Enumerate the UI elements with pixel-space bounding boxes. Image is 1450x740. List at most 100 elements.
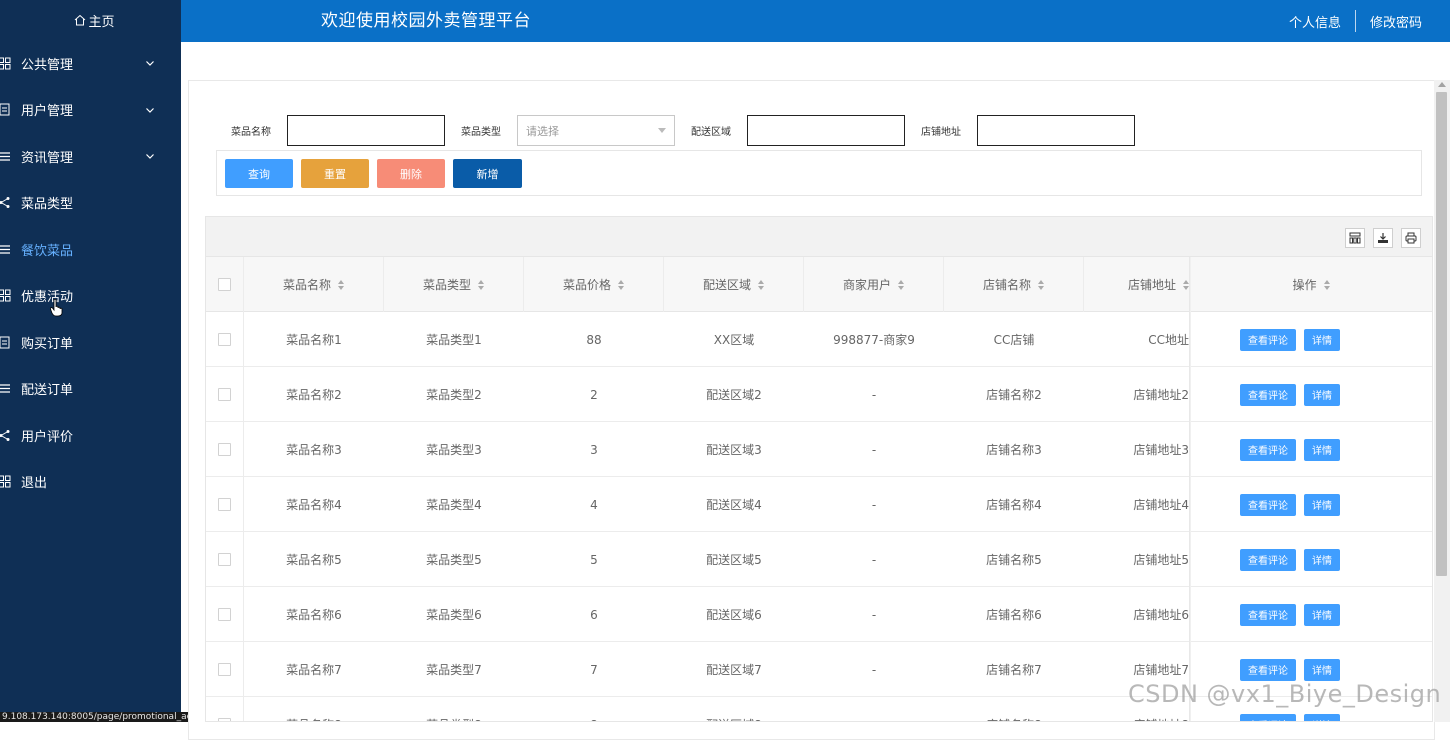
sort-icon[interactable] xyxy=(338,279,344,290)
print-icon[interactable] xyxy=(1401,228,1421,248)
row-checkbox[interactable] xyxy=(218,388,231,401)
details-button[interactable]: 详情 xyxy=(1304,328,1340,351)
sidebar-item-4[interactable]: 菜品类型 xyxy=(0,180,181,227)
scrollbar-thumb[interactable] xyxy=(1436,92,1447,576)
cell-shop-address: 店铺地址3 xyxy=(1133,443,1189,457)
column-header-label: 店铺名称 xyxy=(982,278,1031,292)
dish-type-select[interactable]: 请选择 xyxy=(517,115,675,146)
reset-button[interactable]: 重置 xyxy=(301,159,369,188)
share-icon xyxy=(0,428,11,442)
view-comments-button[interactable]: 查看评论 xyxy=(1240,548,1296,571)
row-checkbox[interactable] xyxy=(218,553,231,566)
sidebar-item-2[interactable]: 用户管理 xyxy=(0,87,181,134)
cell-dish-price: 7 xyxy=(590,662,598,677)
sort-icon[interactable] xyxy=(478,279,484,290)
cell-dish-type: 菜品类型5 xyxy=(426,553,482,567)
cell-actions: 查看评论详情 xyxy=(1191,367,1389,422)
column-header-actions[interactable]: 操作 xyxy=(1189,257,1432,312)
columns-filter-icon[interactable] xyxy=(1345,228,1365,248)
shop-address-input[interactable] xyxy=(977,115,1135,146)
column-header-label: 操作 xyxy=(1292,278,1317,292)
details-button[interactable]: 详情 xyxy=(1304,493,1340,516)
sidebar-item-3[interactable]: 资讯管理 xyxy=(0,133,181,180)
cell-shop-name: 店铺名称4 xyxy=(986,498,1042,512)
cell-dish-name: 菜品名称1 xyxy=(286,333,342,347)
sort-icon[interactable] xyxy=(618,279,624,290)
cell-area: 配送区域5 xyxy=(706,553,762,567)
cell-dish-name: 菜品名称5 xyxy=(286,553,342,567)
list-icon xyxy=(0,382,11,396)
view-comments-button[interactable]: 查看评论 xyxy=(1240,438,1296,461)
view-comments-button[interactable]: 查看评论 xyxy=(1240,328,1296,351)
select-all-checkbox[interactable] xyxy=(218,278,231,291)
cell-dish-type: 菜品类型4 xyxy=(426,498,482,512)
view-comments-button[interactable]: 查看评论 xyxy=(1240,713,1296,721)
page-scrollbar[interactable] xyxy=(1434,80,1450,722)
row-checkbox-cell xyxy=(206,312,244,367)
sidebar-item-5[interactable]: 餐饮菜品 xyxy=(0,226,181,273)
sidebar-item-9[interactable]: 用户评价 xyxy=(0,412,181,459)
sidebar-item-label: 菜品类型 xyxy=(21,197,74,213)
query-button[interactable]: 查询 xyxy=(225,159,293,188)
cell-shop-address: 店铺地址4 xyxy=(1133,498,1189,512)
cell-dish-type: 菜品类型2 xyxy=(426,388,482,402)
details-button[interactable]: 详情 xyxy=(1304,438,1340,461)
change-password-link[interactable]: 修改密码 xyxy=(1356,12,1436,31)
area-input[interactable] xyxy=(747,115,905,146)
delete-button[interactable]: 删除 xyxy=(377,159,445,188)
row-checkbox-cell xyxy=(206,532,244,587)
column-header-shop-address[interactable]: 店铺地址 xyxy=(1084,257,1189,312)
column-header-merchant[interactable]: 商家用户 xyxy=(804,257,944,312)
column-header-area[interactable]: 配送区域 xyxy=(664,257,804,312)
page-title: 欢迎使用校园外卖管理平台 xyxy=(321,11,531,31)
cell-merchant: - xyxy=(871,387,877,402)
sidebar-item-1[interactable]: 公共管理 xyxy=(0,40,181,87)
sidebar-home-label: 主页 xyxy=(88,14,115,30)
details-button[interactable]: 详情 xyxy=(1304,658,1340,681)
search-form: 菜品名称 菜品类型 请选择 配送区域 店铺地址 xyxy=(231,115,1135,146)
cell-actions: 查看评论详情 xyxy=(1191,312,1389,367)
view-comments-button[interactable]: 查看评论 xyxy=(1240,493,1296,516)
profile-link[interactable]: 个人信息 xyxy=(1275,12,1355,31)
cell-shop-name: 店铺名称5 xyxy=(986,553,1042,567)
scroll-up-arrow-icon[interactable] xyxy=(1438,82,1446,87)
view-comments-button[interactable]: 查看评论 xyxy=(1240,383,1296,406)
sidebar-home[interactable]: 主页 xyxy=(0,0,181,40)
export-icon[interactable] xyxy=(1373,228,1393,248)
row-checkbox[interactable] xyxy=(218,333,231,346)
sidebar-item-8[interactable]: 配送订单 xyxy=(0,366,181,413)
details-button[interactable]: 详情 xyxy=(1304,603,1340,626)
cell-shop-address: 店铺地址5 xyxy=(1133,553,1189,567)
sort-icon[interactable] xyxy=(758,279,764,290)
sort-icon[interactable] xyxy=(1323,279,1330,290)
cell-dish-type: 菜品类型8 xyxy=(384,697,524,721)
cell-dish-price: 2 xyxy=(590,387,598,402)
view-comments-button[interactable]: 查看评论 xyxy=(1240,658,1296,681)
details-button[interactable]: 详情 xyxy=(1304,713,1340,721)
row-checkbox[interactable] xyxy=(218,663,231,676)
dish-name-input[interactable] xyxy=(287,115,445,146)
row-checkbox[interactable] xyxy=(218,443,231,456)
details-button[interactable]: 详情 xyxy=(1304,383,1340,406)
column-header-dish-name[interactable]: 菜品名称 xyxy=(244,257,384,312)
column-header-dish-price[interactable]: 菜品价格 xyxy=(524,257,664,312)
cell-dish-name: 菜品名称3 xyxy=(286,443,342,457)
row-checkbox[interactable] xyxy=(218,608,231,621)
area-label: 配送区域 xyxy=(691,127,731,138)
sidebar-item-10[interactable]: 退出 xyxy=(0,459,181,506)
view-comments-button[interactable]: 查看评论 xyxy=(1240,603,1296,626)
cell-area: 配送区域8 xyxy=(664,697,804,721)
row-checkbox-cell xyxy=(206,587,244,642)
sort-icon[interactable] xyxy=(1038,279,1044,290)
column-header-shop-name[interactable]: 店铺名称 xyxy=(944,257,1084,312)
column-header-dish-type[interactable]: 菜品类型 xyxy=(384,257,524,312)
details-button[interactable]: 详情 xyxy=(1304,548,1340,571)
table-row: 菜品名称2 菜品类型2 2 配送区域2- 店铺名称2 店铺地址2 查看评论 详情 xyxy=(206,367,1432,422)
column-header-label: 菜品价格 xyxy=(562,278,611,292)
sidebar-item-6[interactable]: 优惠活动 xyxy=(0,273,181,320)
row-checkbox[interactable] xyxy=(218,498,231,511)
row-checkbox[interactable] xyxy=(218,718,231,721)
sort-icon[interactable] xyxy=(898,279,904,290)
sidebar-item-7[interactable]: 购买订单 xyxy=(0,319,181,366)
add-button[interactable]: 新增 xyxy=(453,159,522,188)
